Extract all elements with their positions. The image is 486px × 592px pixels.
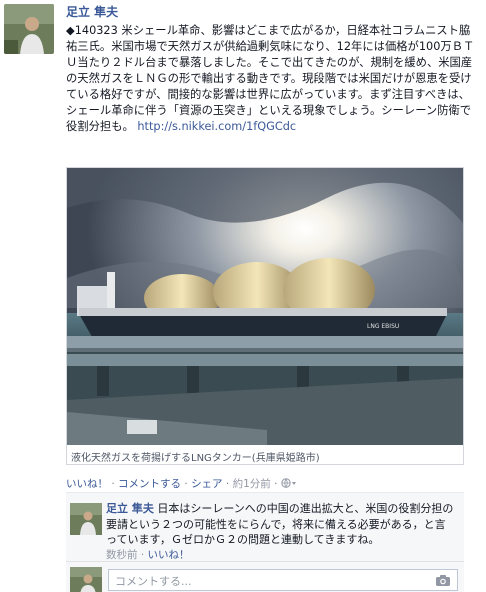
photo-card[interactable]: LNG EBISU 液化天然ガスを荷揚げするLNGタンカー(兵庫県姫路市) [66,167,464,465]
current-user-avatar [70,567,102,592]
action-separator: · [225,478,230,490]
comment-input[interactable]: コメントする... [108,569,458,591]
like-link[interactable]: いいね！ [66,478,108,490]
comment-like-link[interactable]: いいね！ [148,549,190,561]
reply-row: コメントする... [66,565,464,592]
author-name[interactable]: 足立 隼夫 [66,3,118,20]
comment-link[interactable]: コメントする [118,478,181,490]
ship-name: LNG EBISU [367,323,399,330]
action-separator: · [111,478,115,490]
post-link[interactable]: http://s.nikkei.com/1fQGCdc [137,120,296,133]
commenter-avatar[interactable] [70,503,102,535]
commenter-name[interactable]: 足立 隼夫 [106,502,154,515]
photo-caption: 液化天然ガスを荷揚げするLNGタンカー(兵庫県姫路市) [71,453,320,464]
share-link[interactable]: シェア [191,478,223,490]
camera-icon[interactable] [435,574,451,589]
author-avatar[interactable] [4,4,54,54]
comment-timestamp[interactable]: 数秒前 [106,549,138,561]
post-body: ◆140323 米シェール革命、影響はどこまで広がるか，日経本社コラムニスト脇祐… [66,24,475,133]
comment-text: 日本はシーレーンへの中国の進出拡大と、米国の役割分担の要請という２つの可能性をに… [106,502,454,546]
comments-box: 足立 隼夫 日本はシーレーンへの中国の進出拡大と、米国の役割分担の要請という２つ… [66,492,464,592]
comment-separator: · [140,548,145,561]
action-separator: · [274,478,278,490]
globe-icon[interactable] [281,477,297,491]
comment-divider [66,561,464,562]
comment-body: 足立 隼夫 日本はシーレーンへの中国の進出拡大と、米国の役割分担の要請という２つ… [106,501,456,563]
lng-tanker-photo[interactable]: LNG EBISU [67,168,463,445]
post: 足立 隼夫 ◆140323 米シェール革命、影響はどこまで広がるか，日経本社コラ… [0,0,486,592]
comment-input-placeholder: コメントする... [115,575,192,588]
post-text: ◆140323 米シェール革命、影響はどこまで広がるか，日経本社コラムニスト脇祐… [66,23,476,135]
post-timestamp[interactable]: 約1分前 [233,478,271,490]
action-bar: いいね！ · コメントする · シェア · 約1分前 · [66,476,297,491]
action-separator: · [184,478,188,490]
